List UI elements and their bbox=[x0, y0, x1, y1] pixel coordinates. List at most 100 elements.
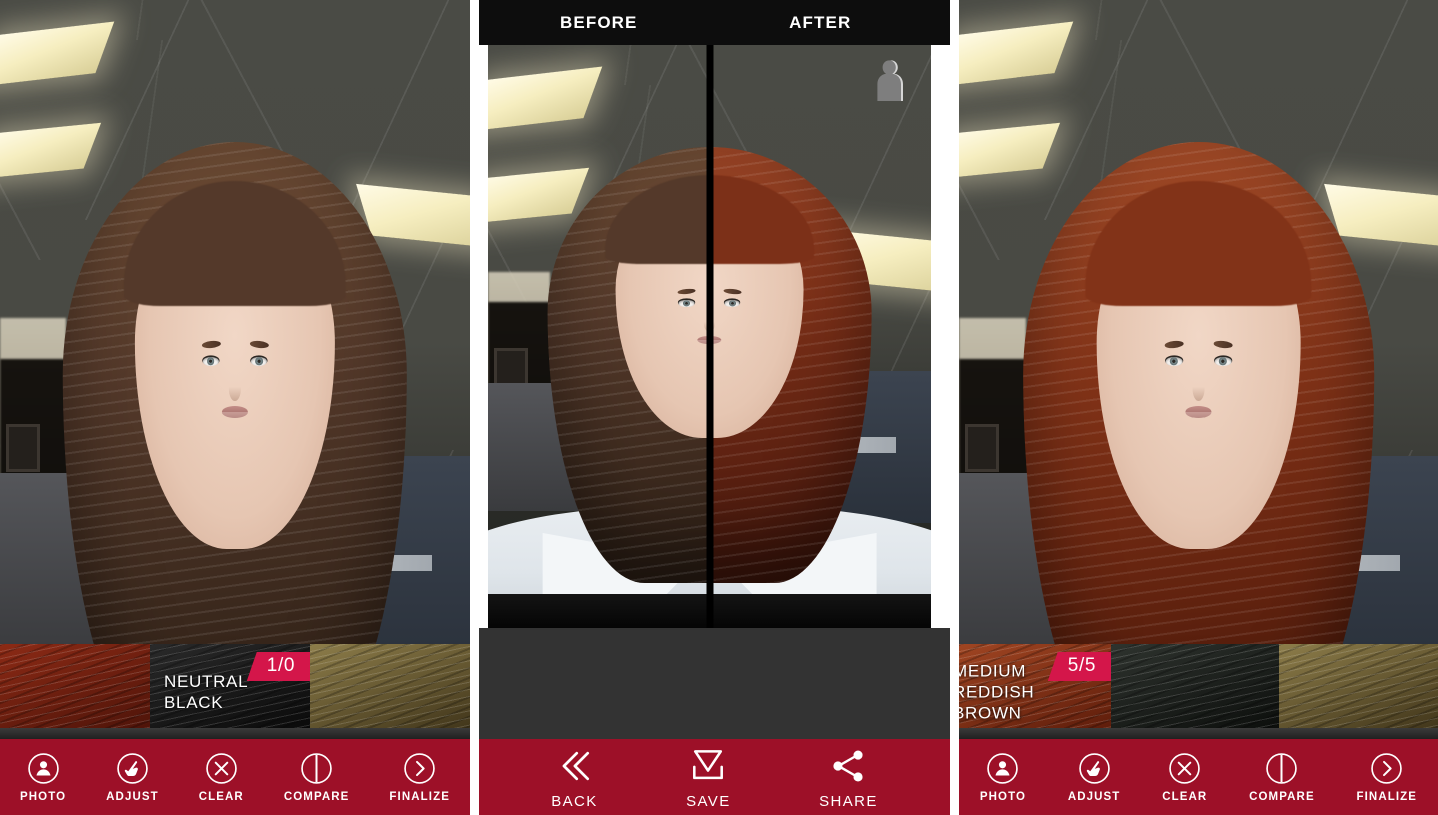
compare-toolbar: BACK SAVE SHARE bbox=[479, 739, 950, 815]
eyebrow-left bbox=[678, 288, 696, 295]
compare-photos[interactable] bbox=[488, 45, 931, 628]
swatch-name: MEDIUM REDDISH BROWN bbox=[959, 660, 1034, 723]
black-garment bbox=[488, 594, 710, 628]
swatch-texture bbox=[310, 644, 470, 739]
clear-button[interactable]: CLEAR bbox=[1162, 752, 1207, 803]
share-nodes-icon bbox=[827, 745, 869, 787]
adjust-button[interactable]: ADJUST bbox=[106, 752, 159, 803]
nose bbox=[1192, 377, 1204, 401]
finalize-button[interactable]: FINALIZE bbox=[1357, 752, 1418, 803]
photo-half-before[interactable] bbox=[488, 45, 710, 628]
iris bbox=[1219, 358, 1227, 366]
iris bbox=[683, 301, 690, 306]
swatch-item[interactable] bbox=[0, 644, 150, 739]
split-circle-icon bbox=[300, 752, 333, 785]
compare-button[interactable]: COMPARE bbox=[284, 752, 350, 803]
swatch-code-badge: 5/5 bbox=[1048, 652, 1111, 681]
close-x-icon bbox=[205, 752, 238, 785]
two-heads-silhouette-icon bbox=[867, 57, 919, 103]
back-button-label: BACK bbox=[551, 793, 597, 810]
iris bbox=[255, 358, 263, 366]
subject-portrait-before bbox=[488, 68, 710, 628]
save-button[interactable]: SAVE bbox=[686, 745, 731, 810]
clear-button-label: CLEAR bbox=[1162, 791, 1207, 803]
iris bbox=[729, 301, 736, 306]
screenshot-root: NEUTRAL BLACK 1/0 PHOTO ADJUST bbox=[0, 0, 1438, 815]
adjust-button-label: ADJUST bbox=[106, 791, 159, 803]
eyebrow-left bbox=[1164, 340, 1184, 349]
finalize-button-label: FINALIZE bbox=[1357, 791, 1418, 803]
photo-half-after[interactable] bbox=[710, 45, 932, 628]
eye-left bbox=[679, 300, 694, 306]
swatch-texture bbox=[1111, 644, 1279, 739]
eye-right bbox=[725, 300, 740, 306]
back-button[interactable]: BACK bbox=[551, 745, 597, 810]
eye-left bbox=[1166, 357, 1183, 366]
split-circle-icon bbox=[1265, 752, 1298, 785]
iris bbox=[1170, 358, 1178, 366]
compare-button-label: COMPARE bbox=[1249, 791, 1315, 803]
header-filler-right bbox=[931, 0, 950, 45]
shade-swatch-strip[interactable]: NEUTRAL BLACK 1/0 bbox=[0, 644, 470, 739]
swatch-item-selected[interactable]: MEDIUM REDDISH BROWN 5/5 bbox=[959, 644, 1111, 739]
adjust-button[interactable]: ADJUST bbox=[1068, 752, 1121, 803]
photo-button-label: PHOTO bbox=[980, 791, 1026, 803]
swatch-item[interactable] bbox=[1111, 644, 1279, 739]
strip-bottom-edge bbox=[959, 728, 1438, 739]
swatch-texture bbox=[1279, 644, 1438, 739]
panel-gap-left bbox=[470, 0, 479, 815]
person-icon bbox=[27, 752, 60, 785]
swatch-texture bbox=[0, 644, 150, 739]
photo-button[interactable]: PHOTO bbox=[980, 752, 1026, 803]
swatch-item[interactable] bbox=[1279, 644, 1438, 739]
eye-left bbox=[203, 357, 219, 366]
eyebrow-right bbox=[723, 288, 741, 295]
compare-wrapper: BEFORE AFTER bbox=[479, 0, 950, 815]
double-chevron-left-icon bbox=[553, 745, 595, 787]
compare-button-label: COMPARE bbox=[284, 791, 350, 803]
panel-compare-view: BEFORE AFTER bbox=[479, 0, 950, 815]
share-button[interactable]: SHARE bbox=[819, 745, 878, 810]
photo-before bbox=[488, 45, 710, 628]
eyebrow-right bbox=[249, 340, 269, 349]
photo-button[interactable]: PHOTO bbox=[20, 752, 66, 803]
chevron-right-icon bbox=[1370, 752, 1403, 785]
clear-button[interactable]: CLEAR bbox=[199, 752, 244, 803]
photo-after bbox=[710, 45, 932, 628]
share-button-label: SHARE bbox=[819, 793, 878, 810]
editor-toolbar-before: PHOTO ADJUST CLEAR COMPARE bbox=[0, 739, 470, 815]
pointing-hand-icon bbox=[1078, 752, 1111, 785]
lips bbox=[222, 406, 248, 418]
panel-editor-after: MEDIUM REDDISH BROWN 5/5 PHOTO bbox=[959, 0, 1438, 815]
swatch-item[interactable] bbox=[310, 644, 470, 739]
person-icon bbox=[986, 752, 1019, 785]
close-x-icon bbox=[1168, 752, 1201, 785]
compare-header: BEFORE AFTER bbox=[488, 0, 931, 45]
eye-right bbox=[1215, 357, 1232, 366]
pointing-hand-icon bbox=[116, 752, 149, 785]
lips bbox=[1185, 406, 1211, 418]
swatch-item-selected[interactable]: NEUTRAL BLACK 1/0 bbox=[150, 644, 310, 739]
adjust-button-label: ADJUST bbox=[1068, 791, 1121, 803]
save-download-tray-icon bbox=[687, 745, 729, 787]
header-filler-left bbox=[479, 0, 488, 45]
editor-toolbar-after: PHOTO ADJUST CLEAR COMPARE bbox=[959, 739, 1438, 815]
photo-button-label: PHOTO bbox=[20, 791, 66, 803]
black-garment bbox=[710, 594, 932, 628]
compare-split-divider[interactable] bbox=[706, 45, 713, 628]
eyebrow-right bbox=[1213, 340, 1233, 349]
iris bbox=[207, 358, 215, 366]
subject-portrait-after bbox=[710, 68, 932, 628]
clear-button-label: CLEAR bbox=[199, 791, 244, 803]
chevron-right-icon bbox=[403, 752, 436, 785]
panel-editor-before: NEUTRAL BLACK 1/0 PHOTO ADJUST bbox=[0, 0, 470, 815]
finalize-button[interactable]: FINALIZE bbox=[389, 752, 450, 803]
shade-swatch-strip[interactable]: MEDIUM REDDISH BROWN 5/5 bbox=[959, 644, 1438, 739]
swatch-name: NEUTRAL BLACK bbox=[164, 671, 248, 713]
compare-button[interactable]: COMPARE bbox=[1249, 752, 1315, 803]
save-button-label: SAVE bbox=[686, 793, 731, 810]
eye-right bbox=[251, 357, 267, 366]
nose bbox=[229, 377, 241, 401]
compare-empty-area bbox=[479, 628, 950, 739]
eyebrow-left bbox=[201, 340, 221, 349]
